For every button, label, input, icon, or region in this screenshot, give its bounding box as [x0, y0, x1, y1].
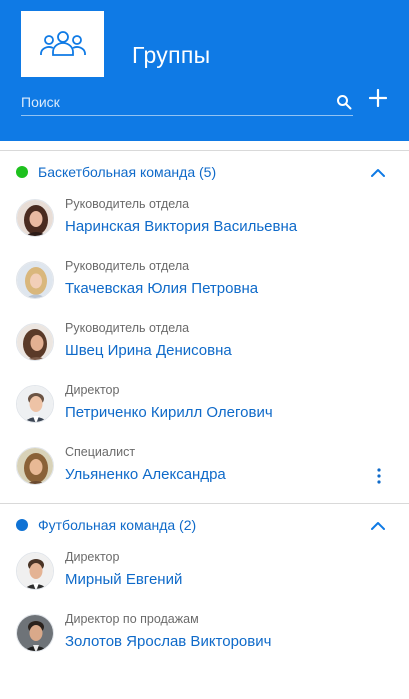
app-header: Группы: [0, 0, 409, 141]
member-name-link[interactable]: Наринская Виктория Васильевна: [65, 218, 297, 235]
divider: [0, 141, 409, 151]
member-name-link[interactable]: Ульяненко Александра: [65, 466, 226, 483]
group-header-football[interactable]: Футбольная команда (2): [0, 504, 409, 546]
avatar: [16, 323, 54, 361]
more-vertical-icon[interactable]: [369, 465, 389, 487]
avatar: [16, 447, 54, 485]
member-name-link[interactable]: Мирный Евгений: [65, 571, 182, 588]
member-name-link[interactable]: Швец Ирина Денисовна: [65, 342, 232, 359]
plus-icon[interactable]: [366, 86, 390, 110]
avatar: [16, 552, 54, 590]
avatar: [16, 261, 54, 299]
member-role: Директор: [65, 550, 120, 564]
users-group-icon: [39, 31, 86, 56]
member-role: Директор по продажам: [65, 612, 199, 626]
groups-list: Баскетбольная команда (5) Руководитель о…: [0, 141, 409, 699]
avatar: [16, 614, 54, 652]
chevron-up-icon[interactable]: [368, 516, 388, 534]
group-status-dot: [16, 519, 28, 531]
member-role: Руководитель отдела: [65, 197, 190, 211]
group-status-dot: [16, 166, 28, 178]
avatar: [16, 385, 54, 423]
list-item[interactable]: Руководитель отдела Ткачевская Юлия Петр…: [0, 255, 409, 317]
group-title[interactable]: Футбольная команда (2): [38, 517, 196, 533]
groups-logo: [21, 11, 104, 77]
list-item[interactable]: Руководитель отдела Наринская Виктория В…: [0, 193, 409, 255]
member-role: Руководитель отдела: [65, 259, 190, 273]
page-title: Группы: [132, 42, 211, 68]
member-name-link[interactable]: Ткачевская Юлия Петровна: [65, 280, 258, 297]
chevron-up-icon[interactable]: [368, 163, 388, 181]
list-item[interactable]: Директор Петриченко Кирилл Олегович: [0, 379, 409, 441]
list-item[interactable]: Руководитель отдела Швец Ирина Денисовна: [0, 317, 409, 379]
group-title[interactable]: Баскетбольная команда (5): [38, 164, 216, 180]
search-input[interactable]: [21, 92, 353, 116]
list-item[interactable]: Специалист Ульяненко Александра: [0, 441, 409, 503]
avatar: [16, 199, 54, 237]
search-icon[interactable]: [335, 93, 353, 111]
member-role: Специалист: [65, 445, 136, 459]
group-header-basketball[interactable]: Баскетбольная команда (5): [0, 151, 409, 193]
list-item[interactable]: Директор по продажам Золотов Ярослав Вик…: [0, 608, 409, 670]
list-item[interactable]: Директор Мирный Евгений: [0, 546, 409, 608]
member-role: Руководитель отдела: [65, 321, 190, 335]
member-name-link[interactable]: Петриченко Кирилл Олегович: [65, 404, 273, 421]
member-role: Директор: [65, 383, 120, 397]
member-name-link[interactable]: Золотов Ярослав Викторович: [65, 633, 271, 650]
